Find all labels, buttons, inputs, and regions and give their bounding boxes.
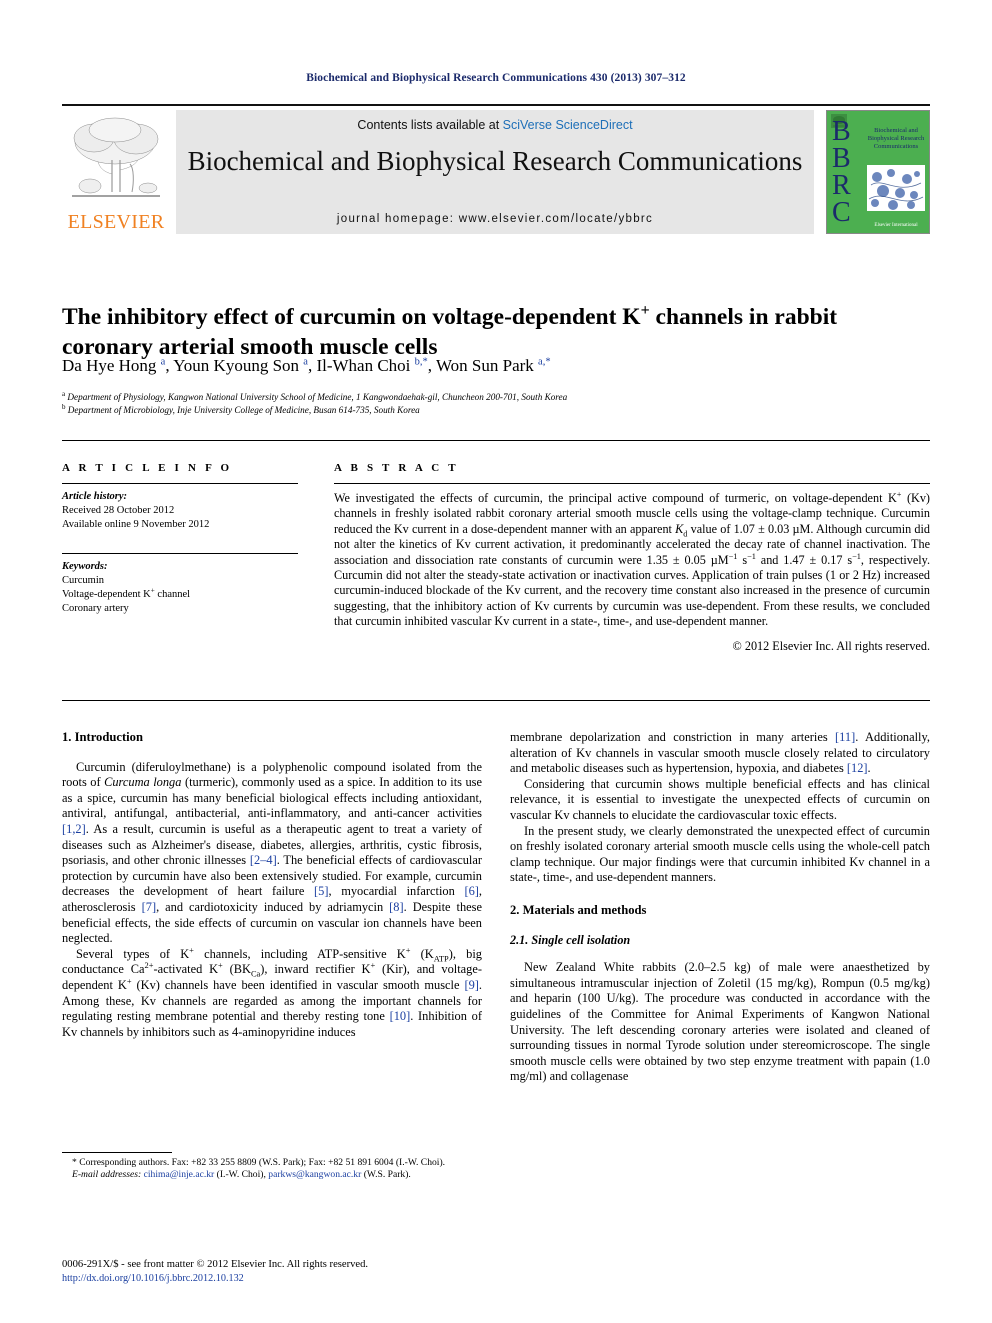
masthead-center-panel: Contents lists available at SciVerse Sci…: [176, 110, 814, 234]
cover-artwork: [867, 165, 925, 211]
keyword-coronary-artery: Coronary artery: [62, 603, 129, 614]
heading-single-cell-isolation: 2.1. Single cell isolation: [510, 932, 631, 947]
body-column-right: membrane depolarization and constriction…: [510, 730, 930, 1085]
citation-2-4[interactable]: [2–4]: [250, 853, 277, 867]
corresponding-authors-note: * Corresponding authors. Fax: +82 33 255…: [72, 1157, 446, 1168]
keyword-kv-channel: Voltage-dependent K+ channel: [62, 586, 191, 600]
doi-link[interactable]: http://dx.doi.org/10.1016/j.bbrc.2012.10…: [62, 1272, 492, 1286]
email-label: E-mail addresses:: [72, 1169, 142, 1181]
intro-paragraph-2: Several types of K+ channels, including …: [62, 944, 483, 1039]
article-history-online: Available online 9 November 2012: [62, 519, 210, 530]
abstract-copyright: © 2012 Elsevier Inc. All rights reserved…: [732, 638, 930, 653]
intro-paragraph-5: In the present study, we clearly demonst…: [510, 823, 930, 885]
intro-paragraph-3: membrane depolarization and constriction…: [510, 730, 930, 776]
citation-1-2[interactable]: [1,2]: [62, 822, 86, 836]
cover-journal-title: Biochemical and Biophysical Research Com…: [867, 127, 925, 150]
intro-paragraph-4: Considering that curcumin shows multiple…: [510, 776, 930, 822]
journal-homepage[interactable]: journal homepage: www.elsevier.com/locat…: [176, 213, 814, 225]
email-link-choi[interactable]: cihima@inje.ac.kr: [144, 1169, 215, 1180]
heading-introduction: 1. Introduction: [62, 730, 143, 744]
citation-11[interactable]: [11]: [835, 730, 855, 744]
abstract-column: A B S T R A C T We investigated the effe…: [334, 462, 930, 654]
elsevier-tree-icon: [72, 117, 160, 197]
front-matter-line: 0006-291X/$ - see front matter © 2012 El…: [62, 1259, 369, 1270]
front-matter-block: 0006-291X/$ - see front matter © 2012 El…: [62, 1258, 492, 1285]
citation-6[interactable]: [6]: [464, 884, 478, 898]
author-list: Da Hye Hong a, Youn Kyoung Son a, Il-Wha…: [62, 356, 551, 375]
email-addresses-note: E-mail addresses: cihima@inje.ac.kr (I.-…: [62, 1169, 482, 1181]
citation-7[interactable]: [7]: [142, 900, 156, 914]
info-bottom-rule: [62, 700, 930, 701]
affiliations: a Department of Physiology, Kangwon Nati…: [62, 389, 930, 416]
email-link-park[interactable]: parkws@kangwon.ac.kr: [268, 1169, 361, 1180]
keyword-curcumin: Curcumin: [62, 575, 104, 586]
citation-12[interactable]: [12]: [847, 761, 868, 775]
affiliation-b-text: Department of Microbiology, Inje Univers…: [67, 404, 420, 415]
journal-cover-thumbnail: BBRC Biochemical and Biophysical Researc…: [826, 110, 930, 234]
citation-10[interactable]: [10]: [390, 1009, 411, 1023]
running-head: Biochemical and Biophysical Research Com…: [306, 72, 686, 84]
abstract-rule: [334, 483, 930, 484]
footnote-rule: [62, 1152, 172, 1153]
cover-footer-text: Elsevier International: [874, 223, 918, 228]
keywords-heading: Keywords:: [62, 561, 108, 572]
citation-5[interactable]: [5]: [314, 884, 328, 898]
journal-article-page: Biochemical and Biophysical Research Com…: [0, 0, 992, 1323]
abstract-label: A B S T R A C T: [334, 462, 459, 474]
elsevier-wordmark: ELSEVIER: [67, 211, 165, 233]
footnote-block: * Corresponding authors. Fax: +82 33 255…: [62, 1152, 482, 1182]
sciencedirect-link[interactable]: SciVerse ScienceDirect: [503, 118, 633, 132]
elsevier-logo: ELSEVIER: [62, 110, 170, 234]
citation-9[interactable]: [9]: [464, 978, 478, 992]
article-info-rule-1: [62, 483, 298, 484]
affiliation-b: b Department of Microbiology, Inje Unive…: [62, 402, 420, 415]
affiliation-a-text: Department of Physiology, Kangwon Nation…: [67, 392, 568, 402]
heading-materials-and-methods: 2. Materials and methods: [510, 902, 647, 917]
contents-prefix: Contents lists available at: [357, 118, 503, 132]
body-column-left: 1. Introduction Curcumin (diferuloylmeth…: [62, 730, 482, 1040]
affiliation-a: a Department of Physiology, Kangwon Nati…: [62, 389, 568, 402]
info-top-rule: [62, 440, 930, 441]
journal-masthead: ELSEVIER Contents lists available at Sci…: [62, 104, 930, 236]
article-info-rule-2: [62, 553, 298, 554]
article-history-heading: Article history:: [62, 491, 128, 502]
article-history-received: Received 28 October 2012: [62, 505, 175, 516]
journal-title: Biochemical and Biophysical Research Com…: [187, 146, 803, 176]
citation-8[interactable]: [8]: [389, 900, 403, 914]
article-info-label: A R T I C L E I N F O: [62, 462, 233, 474]
email-owner-park: (W.S. Park).: [363, 1169, 411, 1181]
methods-paragraph-1: New Zealand White rabbits (2.0–2.5 kg) o…: [510, 960, 930, 1084]
cover-bbrc-letters: BBRC: [832, 116, 851, 228]
article-title: The inhibitory effect of curcumin on vol…: [62, 301, 838, 360]
abstract-text: We investigated the effects of curcumin,…: [334, 489, 931, 629]
email-owner-choi: (I.-W. Choi),: [216, 1169, 266, 1181]
contents-available-line: Contents lists available at SciVerse Sci…: [176, 118, 814, 132]
intro-paragraph-1: Curcumin (diferuloylmethane) is a polyph…: [62, 759, 482, 946]
article-info-column: A R T I C L E I N F O Article history: R…: [62, 462, 298, 616]
